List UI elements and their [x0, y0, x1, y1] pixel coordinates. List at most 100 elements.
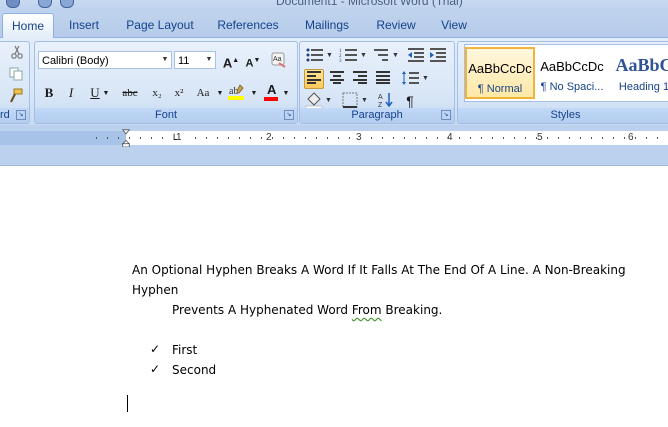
- document-page[interactable]: An Optional Hyphen Breaks A Word If It F…: [0, 166, 668, 427]
- ruler-tick: [536, 137, 537, 139]
- ruler-tick: [360, 137, 361, 139]
- clipboard-group: rd ↘: [0, 41, 30, 124]
- svg-text:▼: ▼: [361, 96, 368, 104]
- ruler-tick: [547, 137, 548, 139]
- indent-marker-icon[interactable]: [121, 129, 131, 147]
- tab-mailings[interactable]: Mailings: [299, 16, 355, 35]
- format-painter-icon[interactable]: [8, 88, 24, 104]
- chevron-down-icon[interactable]: ▼: [159, 52, 171, 68]
- font-name-combo[interactable]: Calibri (Body) ▼: [38, 51, 172, 69]
- style-heading-1[interactable]: AaBbC Heading 1: [609, 47, 668, 99]
- tab-references[interactable]: References: [214, 16, 282, 35]
- redo-icon[interactable]: [60, 0, 74, 8]
- strikethrough-button[interactable]: abc: [115, 82, 145, 102]
- ruler-tick: [569, 137, 570, 139]
- subscript-button[interactable]: x₂: [147, 82, 167, 102]
- shrink-font-button[interactable]: A▼: [243, 50, 263, 70]
- superscript-button[interactable]: x²: [169, 82, 189, 102]
- grammar-squiggle-word[interactable]: From: [352, 303, 382, 317]
- paragraph-group-label: Paragraph: [300, 108, 454, 123]
- paragraph-dialog-launcher[interactable]: ↘: [441, 110, 451, 120]
- font-color-button[interactable]: A: [261, 82, 281, 102]
- multilevel-list-button[interactable]: ▼: [372, 46, 402, 66]
- chevron-down-icon[interactable]: ▼: [249, 82, 259, 102]
- highlight-button[interactable]: ab: [225, 82, 249, 102]
- ruler-tick: [239, 137, 240, 139]
- ruler-tick: [415, 137, 416, 139]
- align-right-icon: [353, 71, 367, 84]
- tab-insert[interactable]: Insert: [62, 16, 106, 35]
- clear-formatting-button[interactable]: Aa: [269, 50, 289, 70]
- svg-text:A: A: [378, 94, 383, 101]
- ruler-strip: 1 2 3 4 5 6: [0, 131, 668, 145]
- chevron-down-icon[interactable]: ▼: [215, 82, 225, 102]
- align-right-button[interactable]: [350, 69, 370, 89]
- style-name: ¶ Normal: [477, 83, 523, 95]
- cut-icon[interactable]: [10, 45, 24, 59]
- ruler-tick: [151, 137, 152, 139]
- chevron-down-icon[interactable]: ▼: [101, 82, 111, 102]
- ruler-tick: [558, 137, 559, 139]
- list-item[interactable]: First: [172, 343, 197, 357]
- paragraph-line-1: An Optional Hyphen Breaks A Word If It F…: [132, 263, 626, 297]
- shading-button[interactable]: ▼: [304, 90, 334, 110]
- font-color-swatch: [264, 97, 278, 101]
- change-case-button[interactable]: Aa: [191, 82, 215, 102]
- ruler-tick: [602, 137, 603, 139]
- tab-view[interactable]: View: [437, 16, 471, 35]
- chevron-down-icon[interactable]: ▼: [203, 52, 215, 68]
- undo-icon[interactable]: [38, 0, 52, 8]
- style-name: Heading 1: [618, 81, 668, 93]
- document-paragraph[interactable]: An Optional Hyphen Breaks A Word If It F…: [132, 260, 662, 320]
- style-no-spacing[interactable]: AaBbCcDc ¶ No Spaci...: [537, 47, 607, 99]
- quick-styles-gallery: AaBbCcDc ¶ Normal AaBbCcDc ¶ No Spaci...…: [464, 44, 668, 102]
- tab-page-layout[interactable]: Page Layout: [123, 16, 197, 35]
- decrease-indent-button[interactable]: [406, 46, 426, 66]
- ruler-number: 2: [266, 132, 272, 143]
- ruler-tick: [382, 137, 383, 139]
- sort-button[interactable]: A Z: [376, 90, 396, 110]
- increase-indent-button[interactable]: [428, 46, 448, 66]
- copy-icon[interactable]: [9, 67, 23, 81]
- office-button-icon[interactable]: [6, 0, 20, 8]
- ruler-tick: [426, 137, 427, 139]
- justify-button[interactable]: [373, 69, 393, 89]
- ruler-number: 5: [537, 132, 543, 143]
- paragraph-text: Breaking.: [381, 303, 443, 317]
- tab-stop-icon[interactable]: └: [171, 135, 177, 146]
- align-left-icon: [307, 71, 321, 84]
- font-size-combo[interactable]: 11 ▼: [174, 51, 216, 69]
- clipboard-dialog-launcher[interactable]: ↘: [16, 110, 26, 120]
- justify-icon: [376, 71, 390, 84]
- align-center-button[interactable]: [327, 69, 347, 89]
- ruler-tick: [316, 137, 317, 139]
- italic-button[interactable]: I: [61, 82, 81, 102]
- ruler-tick: [261, 137, 262, 139]
- style-normal[interactable]: AaBbCcDc ¶ Normal: [465, 47, 535, 99]
- styles-group-label: Styles: [458, 108, 668, 123]
- ruler-tick: [646, 137, 647, 139]
- numbering-button[interactable]: 1 2 3 ▼: [338, 46, 368, 66]
- horizontal-ruler[interactable]: 1 2 3 4 5 6 └: [0, 125, 668, 166]
- chevron-down-icon[interactable]: ▼: [281, 82, 291, 102]
- shrink-font-label: A: [245, 57, 254, 70]
- line-spacing-button[interactable]: ▼: [400, 69, 430, 89]
- tab-home[interactable]: Home: [2, 13, 54, 38]
- bullets-button[interactable]: ▼: [304, 46, 334, 66]
- ruler-tick: [371, 137, 372, 139]
- font-dialog-launcher[interactable]: ↘: [284, 110, 294, 120]
- borders-button[interactable]: ▼: [340, 90, 370, 110]
- ruler-tick: [591, 137, 592, 139]
- line-spacing-icon: ▼: [402, 71, 429, 85]
- grow-font-button[interactable]: A▲: [221, 50, 241, 70]
- show-formatting-marks-button[interactable]: ¶: [400, 90, 420, 110]
- title-bar: Document1 - Microsoft Word (Trial): [0, 0, 668, 12]
- bullets-icon: ▼: [306, 48, 333, 62]
- svg-text:▼: ▼: [392, 51, 399, 59]
- tab-review[interactable]: Review: [372, 16, 420, 35]
- paragraph-group: ▼ 1 2 3 ▼ ▼ ▼ ▼ ▼ A Z ¶ Paragraph ↘: [299, 41, 455, 124]
- list-item[interactable]: Second: [172, 363, 216, 377]
- align-left-button[interactable]: [304, 69, 324, 89]
- ruler-tick: [107, 137, 108, 139]
- bold-button[interactable]: B: [39, 82, 59, 102]
